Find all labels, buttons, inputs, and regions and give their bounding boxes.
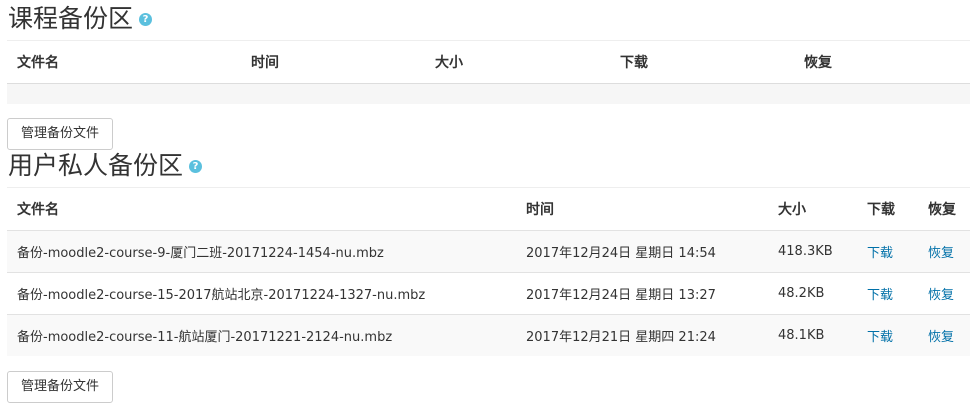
column-header-size: 大小: [768, 187, 857, 231]
user-backup-title-text: 用户私人备份区: [8, 151, 184, 180]
download-link[interactable]: 下载: [867, 246, 893, 261]
backup-filename: 备份-moodle2-course-9-厦门二班-20171224-1454-n…: [7, 230, 516, 273]
backup-filename: 备份-moodle2-course-11-航站厦门-20171221-2124-…: [7, 314, 516, 356]
user-backup-table: 文件名 时间 大小 下载 恢复 备份-moodle2-course-9-厦门二班…: [7, 187, 970, 356]
empty-row: [7, 83, 970, 104]
backup-size: 48.2KB: [768, 272, 857, 315]
column-header-filename: 文件名: [7, 40, 241, 84]
column-header-download: 下载: [610, 40, 794, 84]
manage-course-backups-button[interactable]: 管理备份文件: [7, 118, 114, 150]
course-backup-table: 文件名 时间 大小 下载 恢复: [7, 40, 970, 104]
course-backup-title: 课程备份区?: [8, 2, 153, 36]
backup-time: 2017年12月24日 星期日 14:54: [516, 230, 768, 273]
user-backup-title: 用户私人备份区?: [8, 149, 203, 183]
table-row: 备份-moodle2-course-11-航站厦门-20171221-2124-…: [7, 314, 970, 356]
manage-user-backups-button[interactable]: 管理备份文件: [7, 371, 114, 403]
column-header-restore: 恢复: [794, 40, 970, 84]
backup-time: 2017年12月24日 星期日 13:27: [516, 272, 768, 315]
column-header-filename: 文件名: [7, 187, 516, 231]
backup-time: 2017年12月21日 星期四 21:24: [516, 314, 768, 356]
restore-link[interactable]: 恢复: [928, 330, 954, 345]
table-row: 备份-moodle2-course-15-2017航站北京-20171224-1…: [7, 272, 970, 315]
column-header-size: 大小: [425, 40, 610, 84]
column-header-time: 时间: [241, 40, 425, 84]
backup-filename: 备份-moodle2-course-15-2017航站北京-20171224-1…: [7, 272, 516, 315]
download-link[interactable]: 下载: [867, 330, 893, 345]
help-icon[interactable]: ?: [189, 160, 203, 173]
column-header-download: 下载: [857, 187, 918, 231]
course-backup-title-text: 课程备份区: [8, 4, 134, 33]
download-link[interactable]: 下载: [867, 288, 893, 303]
restore-link[interactable]: 恢复: [928, 288, 954, 303]
column-header-time: 时间: [516, 187, 768, 231]
user-backup-header-row: 文件名 时间 大小 下载 恢复: [7, 187, 970, 231]
course-backup-header-row: 文件名 时间 大小 下载 恢复: [7, 40, 970, 84]
table-row: 备份-moodle2-course-9-厦门二班-20171224-1454-n…: [7, 230, 970, 273]
backup-size: 48.1KB: [768, 314, 857, 356]
column-header-restore: 恢复: [918, 187, 970, 231]
restore-link[interactable]: 恢复: [928, 246, 954, 261]
backup-size: 418.3KB: [768, 230, 857, 273]
help-icon[interactable]: ?: [139, 13, 153, 26]
